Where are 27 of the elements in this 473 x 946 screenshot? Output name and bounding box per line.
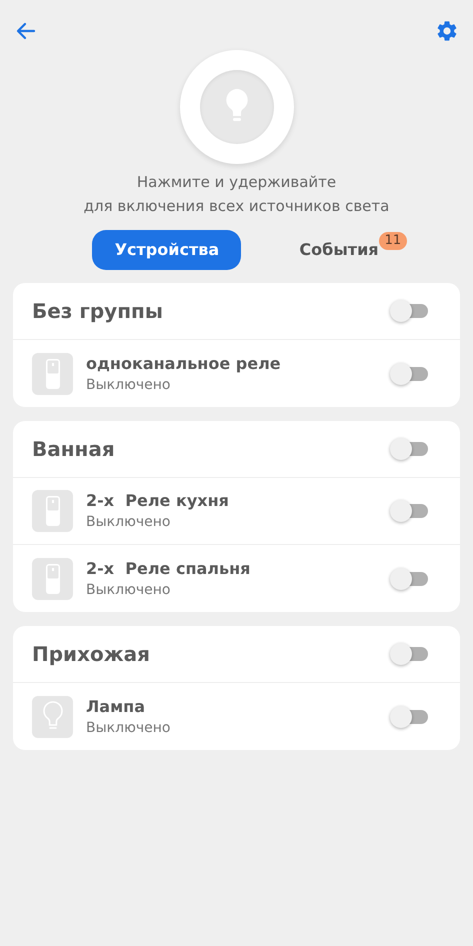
toggle-switch[interactable]: [390, 568, 428, 590]
toggle-switch[interactable]: [390, 438, 428, 460]
device-name: 2-х Реле спальня: [86, 558, 252, 580]
group-name: Ванная: [32, 436, 115, 463]
relay-icon: [46, 564, 60, 594]
tab[interactable]: Устройства: [92, 230, 242, 270]
device-name: 2-х Реле кухня: [86, 490, 230, 512]
relay-icon: [46, 358, 60, 388]
toggle-switch[interactable]: [390, 362, 428, 384]
count-badge: 11: [378, 232, 408, 250]
device-status: Выключено: [86, 376, 172, 394]
device-status: Выключено: [86, 513, 172, 532]
device-name: Лампа: [86, 696, 146, 718]
toggle-switch[interactable]: [390, 300, 428, 322]
tab[interactable]: События: [297, 230, 381, 270]
group-name: Без группы: [32, 298, 163, 325]
toggle-switch[interactable]: [390, 643, 428, 665]
group-name: Прихожая: [32, 641, 150, 668]
hint-text: Нажмите и удерживайте: [136, 172, 336, 193]
toggle-switch[interactable]: [390, 706, 428, 728]
device-status: Выключено: [86, 580, 172, 600]
device-name: одноканальное реле: [86, 352, 282, 374]
settings-icon[interactable]: [435, 19, 459, 43]
relay-icon: [46, 496, 60, 526]
device-status: Выключено: [86, 718, 172, 738]
hint-text: для включения всех источников света: [84, 196, 390, 217]
toggle-switch[interactable]: [390, 500, 428, 522]
